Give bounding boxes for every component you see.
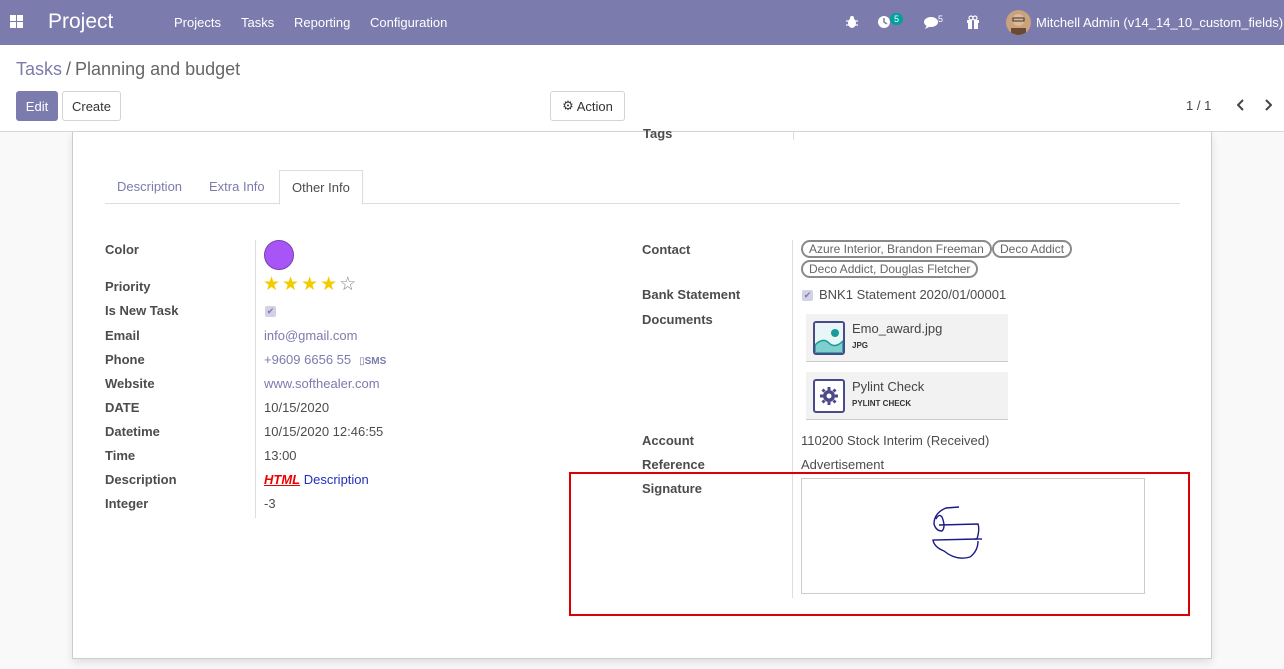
document-name: Emo_award.jpg bbox=[852, 321, 943, 336]
email-link[interactable]: info@gmail.com bbox=[264, 328, 357, 343]
messages-icon[interactable]: 5 bbox=[924, 0, 954, 45]
pager-next-button[interactable] bbox=[1260, 96, 1276, 114]
chevron-right-icon bbox=[1265, 99, 1272, 111]
color-swatch[interactable] bbox=[264, 240, 294, 270]
star-filled-icon[interactable]: ★ bbox=[263, 275, 280, 295]
gear-icon: ⚙ bbox=[562, 98, 574, 113]
star-filled-icon[interactable]: ★ bbox=[301, 275, 318, 295]
phone-link[interactable]: +9609 6656 55 bbox=[264, 352, 351, 367]
tab-extra-info[interactable]: Extra Info bbox=[197, 170, 277, 204]
description-text: Description bbox=[303, 472, 369, 487]
image-icon bbox=[813, 321, 845, 355]
control-panel: Tasks / Planning and budget Edit Create ⚙ A… bbox=[0, 45, 1284, 132]
messages-badge: 5 bbox=[938, 14, 944, 24]
activity-icon[interactable]: 5 bbox=[877, 0, 907, 45]
tab-other-info[interactable]: Other Info bbox=[279, 170, 363, 205]
star-filled-icon[interactable]: ★ bbox=[320, 275, 337, 295]
integer-value: -3 bbox=[264, 496, 276, 511]
bank-statement-label: Bank Statement bbox=[642, 287, 741, 302]
datetime-value: 10/15/2020 12:46:55 bbox=[264, 424, 384, 439]
activity-badge: 5 bbox=[890, 13, 904, 25]
action-button[interactable]: ⚙ Action bbox=[550, 91, 625, 121]
app-brand[interactable]: Project bbox=[48, 10, 113, 34]
time-value: 13:00 bbox=[264, 448, 297, 463]
document-type: JPG bbox=[852, 341, 869, 350]
menu-reporting[interactable]: Reporting bbox=[294, 15, 350, 30]
document-name: Pylint Check bbox=[852, 379, 925, 394]
website-link[interactable]: www.softhealer.com bbox=[264, 376, 380, 391]
pager-value[interactable]: 1 / 1 bbox=[1186, 98, 1211, 113]
bank-statement-value: BNK1 Statement 2020/01/00001 bbox=[819, 287, 1007, 302]
contact-tag[interactable]: Azure Interior, Brandon Freeman bbox=[801, 240, 992, 258]
integer-label: Integer bbox=[105, 496, 149, 511]
website-label: Website bbox=[105, 376, 155, 391]
tags-divider bbox=[793, 132, 794, 140]
phone-label: Phone bbox=[105, 352, 145, 367]
menu-projects[interactable]: Projects bbox=[174, 15, 221, 30]
action-label: Action bbox=[576, 98, 613, 114]
pager-previous-button[interactable] bbox=[1233, 96, 1249, 114]
email-label: Email bbox=[105, 328, 140, 343]
contact-label: Contact bbox=[642, 242, 691, 257]
document-card[interactable]: Emo_award.jpg JPG bbox=[806, 314, 1008, 362]
time-label: Time bbox=[105, 448, 136, 463]
account-label: Account bbox=[642, 433, 694, 448]
reference-value: Advertisement bbox=[801, 457, 885, 472]
date-value: 10/15/2020 bbox=[264, 400, 330, 415]
breadcrumb: Tasks / Planning and budget bbox=[16, 59, 240, 80]
user-avatar[interactable] bbox=[1006, 10, 1031, 35]
bank-statement-checkbox[interactable]: ✔ bbox=[802, 290, 813, 301]
document-type: PYLINT CHECK bbox=[852, 399, 912, 408]
apps-menu-icon[interactable] bbox=[10, 15, 23, 28]
left-divider bbox=[255, 240, 256, 518]
is-new-task-checkbox[interactable]: ✔ bbox=[265, 306, 276, 317]
menu-tasks[interactable]: Tasks bbox=[241, 15, 274, 30]
is-new-task-label: Is New Task bbox=[105, 303, 179, 318]
top-navbar: Project Projects Tasks Reporting Configu… bbox=[0, 0, 1284, 45]
create-button[interactable]: Create bbox=[62, 91, 121, 121]
gear-icon bbox=[813, 379, 845, 413]
breadcrumb-tasks-link[interactable]: Tasks bbox=[16, 59, 62, 79]
star-filled-icon[interactable]: ★ bbox=[282, 275, 299, 295]
color-label: Color bbox=[105, 242, 139, 257]
sms-label: SMS bbox=[364, 356, 387, 367]
description-label: Description bbox=[105, 472, 177, 487]
menu-configuration[interactable]: Configuration bbox=[370, 15, 447, 30]
contact-tag[interactable]: Deco Addict bbox=[992, 240, 1073, 258]
gift-icon[interactable] bbox=[966, 0, 980, 45]
priority-stars[interactable]: ★ ★ ★ ★ ☆ bbox=[263, 275, 356, 295]
chevron-left-icon bbox=[1237, 99, 1244, 111]
phone-field: +9609 6656 55 ▯SMS bbox=[264, 352, 386, 367]
star-empty-icon[interactable]: ☆ bbox=[339, 275, 356, 295]
breadcrumb-separator: / bbox=[66, 59, 72, 79]
description-html-text: HTML bbox=[264, 472, 301, 487]
notebook-tabs: Description Extra Info Other Info bbox=[105, 170, 1180, 205]
date-label: DATE bbox=[105, 400, 140, 415]
user-name[interactable]: Mitchell Admin (v14_14_10_custom_fields) bbox=[1036, 15, 1283, 30]
highlight-frame bbox=[569, 472, 1190, 616]
edit-button[interactable]: Edit bbox=[16, 91, 58, 121]
reference-label: Reference bbox=[642, 457, 705, 472]
account-value: 110200 Stock Interim (Received) bbox=[801, 433, 990, 448]
breadcrumb-current: Planning and budget bbox=[75, 59, 241, 79]
documents-label: Documents bbox=[642, 312, 713, 327]
tab-description[interactable]: Description bbox=[105, 170, 194, 204]
sms-button[interactable]: ▯SMS bbox=[359, 356, 386, 367]
bug-icon[interactable] bbox=[845, 0, 859, 45]
document-card[interactable]: Pylint Check PYLINT CHECK bbox=[806, 372, 1008, 420]
contact-tag[interactable]: Deco Addict, Douglas Fletcher bbox=[801, 260, 979, 278]
description-value: HTML Description bbox=[264, 472, 369, 487]
tags-label: Tags bbox=[643, 126, 673, 141]
datetime-label: Datetime bbox=[105, 424, 160, 439]
priority-label: Priority bbox=[105, 279, 151, 294]
